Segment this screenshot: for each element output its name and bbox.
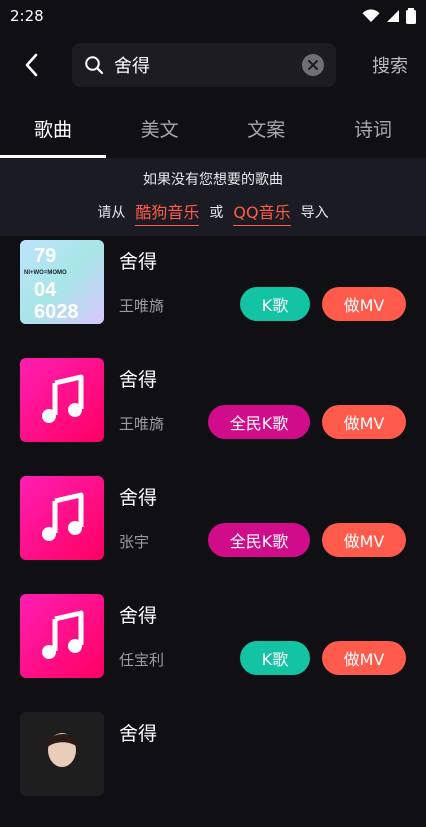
song-title: 舍得 — [119, 723, 158, 745]
song-title: 舍得 — [119, 369, 158, 391]
song-actions: K歌 做MV — [240, 287, 406, 321]
tab-copywriting[interactable]: 文案 — [213, 98, 319, 158]
tab-label: 美文 — [140, 118, 179, 141]
make-mv-button[interactable]: 做MV — [322, 405, 406, 439]
status-bar: 2:28 — [0, 0, 426, 32]
qqmusic-import-link[interactable]: QQ音乐 — [233, 199, 291, 226]
music-note-icon — [42, 374, 84, 423]
category-tabs: 歌曲 美文 文案 诗词 — [0, 98, 426, 159]
song-title: 舍得 — [119, 487, 158, 509]
notice-suffix: 导入 — [300, 205, 329, 221]
song-artist: 王唯旖 — [119, 415, 165, 433]
tab-articles[interactable]: 美文 — [107, 98, 213, 158]
song-actions: K歌 做MV — [240, 641, 406, 675]
search-header: 舍得 搜索 — [0, 32, 426, 98]
search-input[interactable]: 舍得 — [72, 43, 336, 87]
make-mv-button[interactable]: 做MV — [322, 641, 406, 675]
song-row[interactable]: 舍得 张宇 全民K歌 做MV — [0, 473, 426, 591]
search-button[interactable]: 搜索 — [372, 52, 414, 78]
clear-search-button[interactable] — [302, 54, 324, 76]
karaoke-button[interactable]: K歌 — [240, 287, 310, 321]
import-notice: 如果没有您想要的歌曲 请从 酷狗音乐 或 QQ音乐 导入 — [0, 158, 426, 236]
status-icons — [362, 8, 416, 24]
album-text-bottom: 6028 — [34, 301, 79, 323]
notice-import-line: 请从 酷狗音乐 或 QQ音乐 导入 — [97, 199, 329, 226]
chevron-left-icon — [25, 53, 38, 77]
search-icon — [85, 56, 104, 75]
search-query: 舍得 — [114, 56, 150, 77]
tab-label: 诗词 — [353, 118, 392, 141]
album-text-top: 79 — [34, 245, 56, 267]
kugou-import-link[interactable]: 酷狗音乐 — [135, 199, 200, 226]
portrait-image — [20, 712, 104, 796]
song-title: 舍得 — [119, 605, 158, 627]
song-actions: 全民K歌 做MV — [208, 523, 406, 557]
battery-icon — [406, 8, 416, 24]
music-note-cover — [20, 594, 104, 678]
back-button[interactable] — [10, 43, 54, 87]
song-row[interactable]: 舍得 — [0, 709, 426, 827]
signal-icon — [387, 10, 399, 22]
song-list: 79 NI+WO=MOMO 04 6028 舍得 王唯旖 K歌 做MV 舍得 王… — [0, 237, 426, 827]
song-actions: 全民K歌 做MV — [208, 405, 406, 439]
song-title: 舍得 — [119, 251, 158, 273]
album-text-small: NI+WO=MOMO — [24, 270, 67, 276]
album-art-image: 79 NI+WO=MOMO 04 6028 — [20, 240, 104, 324]
song-row[interactable]: 舍得 任宝利 K歌 做MV — [0, 591, 426, 709]
karaoke-button[interactable]: K歌 — [240, 641, 310, 675]
music-note-icon — [42, 610, 84, 659]
artist-photo-cover — [20, 712, 104, 796]
quanmin-karaoke-button[interactable]: 全民K歌 — [208, 405, 310, 439]
tab-label: 歌曲 — [33, 118, 72, 141]
song-artist: 王唯旖 — [119, 297, 165, 315]
notice-prefix: 请从 — [97, 205, 126, 221]
make-mv-button[interactable]: 做MV — [322, 523, 406, 557]
notice-text: 如果没有您想要的歌曲 — [143, 171, 283, 188]
make-mv-button[interactable]: 做MV — [322, 287, 406, 321]
music-note-cover — [20, 476, 104, 560]
song-artist: 任宝利 — [119, 651, 165, 669]
tab-poems[interactable]: 诗词 — [320, 98, 426, 158]
song-row[interactable]: 79 NI+WO=MOMO 04 6028 舍得 王唯旖 K歌 做MV — [0, 237, 426, 355]
tab-songs[interactable]: 歌曲 — [0, 98, 106, 158]
album-text-mid: 04 — [34, 279, 57, 301]
music-note-cover — [20, 358, 104, 442]
status-time: 2:28 — [10, 7, 44, 25]
close-icon — [308, 60, 318, 70]
song-row[interactable]: 舍得 王唯旖 全民K歌 做MV — [0, 355, 426, 473]
quanmin-karaoke-button[interactable]: 全民K歌 — [208, 523, 310, 557]
tab-divider — [0, 158, 426, 159]
notice-middle: 或 — [209, 205, 224, 221]
music-note-icon — [42, 492, 84, 541]
wifi-icon — [362, 9, 380, 22]
song-artist: 张宇 — [119, 533, 150, 551]
album-cover: 79 NI+WO=MOMO 04 6028 — [20, 240, 104, 324]
tab-label: 文案 — [247, 118, 286, 141]
